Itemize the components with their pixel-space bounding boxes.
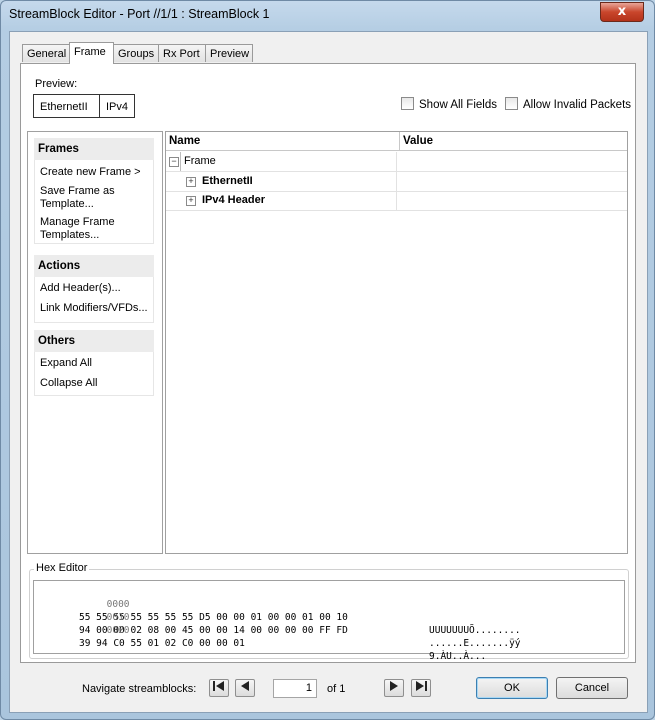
page-count-label: of 1 (327, 683, 346, 695)
collapse-icon[interactable]: − (169, 157, 179, 167)
close-button[interactable]: x (600, 2, 644, 22)
expand-icon[interactable]: + (186, 177, 196, 187)
tab-preview[interactable]: Preview (205, 44, 253, 62)
hex-ascii[interactable]: ......E.......ÿý (429, 637, 521, 650)
tab-rx-port[interactable]: Rx Port (158, 44, 206, 62)
hex-offset: 0020 (106, 625, 130, 636)
allow-invalid-packets-checkbox[interactable]: Allow Invalid Packets (505, 97, 631, 111)
skip-last-icon (416, 681, 427, 691)
save-frame-as-template-link[interactable]: Save Frame as Template... (40, 185, 152, 211)
tree-value-cell[interactable] (396, 152, 627, 171)
hex-editor-title: Hex Editor (34, 562, 90, 574)
checkbox-box[interactable] (505, 97, 518, 110)
tree-row-ipv4-header[interactable]: + IPv4 Header (166, 191, 627, 211)
collapse-all-link[interactable]: Collapse All (40, 377, 152, 390)
navigate-streamblocks-label: Navigate streamblocks: (82, 683, 197, 695)
tree-row-label: Frame (180, 152, 216, 171)
arrow-left-icon (241, 681, 249, 691)
next-streamblock-button[interactable] (384, 679, 404, 697)
previous-streamblock-button[interactable] (235, 679, 255, 697)
name-column-header[interactable]: Name (169, 132, 200, 150)
first-streamblock-button[interactable] (209, 679, 229, 697)
expand-all-link[interactable]: Expand All (40, 357, 152, 370)
frames-section-title: Frames (34, 138, 154, 160)
frame-tab-panel: Preview: EthernetII IPv4 Show All Fields… (20, 63, 636, 663)
tree-header: Name Value (166, 132, 627, 151)
preview-chip-ethernetii[interactable]: EthernetII (33, 94, 100, 118)
ok-button[interactable]: OK (476, 677, 548, 699)
tab-general[interactable]: General (22, 44, 70, 62)
tree-row-ethernetii[interactable]: + EthernetII (166, 172, 627, 192)
show-all-fields-label: Show All Fields (419, 99, 497, 111)
tree-value-cell[interactable] (396, 172, 627, 191)
tree-value-cell[interactable] (396, 191, 627, 210)
streamblock-page-input[interactable]: 1 (273, 679, 317, 698)
tab-frame[interactable]: Frame (69, 42, 114, 64)
others-section-title: Others (34, 330, 154, 352)
skip-first-icon (213, 681, 224, 691)
last-streamblock-button[interactable] (411, 679, 431, 697)
hex-ascii[interactable]: UUUUUUUÕ........ (429, 624, 521, 637)
tree-row-label: IPv4 Header (202, 194, 265, 206)
hex-ascii[interactable]: 9.ÀU..À... (429, 650, 486, 663)
dialog-client-area: General Frame Groups Rx Port Preview Pre… (9, 31, 648, 713)
frame-tree-view[interactable]: Name Value − Frame + EthernetII + IPv4 H… (165, 131, 628, 554)
allow-invalid-packets-label: Allow Invalid Packets (523, 99, 632, 111)
hex-editor-group: Hex Editor 0000 55 55 55 55 55 55 55 D5 … (29, 562, 629, 662)
show-all-fields-checkbox[interactable]: Show All Fields (401, 97, 497, 111)
tab-groups[interactable]: Groups (113, 44, 159, 62)
manage-frame-templates-link[interactable]: Manage Frame Templates... (40, 216, 152, 242)
expand-icon[interactable]: + (186, 196, 196, 206)
actions-section-title: Actions (34, 255, 154, 277)
link-modifiers-vfds-link[interactable]: Link Modifiers/VFDs... (40, 302, 152, 315)
arrow-right-icon (390, 681, 398, 691)
frames-section: Create new Frame > Save Frame as Templat… (34, 160, 154, 244)
preview-chip-ipv4[interactable]: IPv4 (99, 94, 135, 118)
checkbox-box[interactable] (401, 97, 414, 110)
preview-label: Preview: (35, 78, 78, 90)
tree-row-frame[interactable]: − Frame (166, 152, 627, 172)
hex-line: 0020 39 94 C0 55 01 02 C0 00 00 01 9.ÀU.… (38, 611, 486, 676)
tree-row-label: EthernetII (202, 175, 253, 187)
task-sidebar: Frames Create new Frame > Save Frame as … (27, 131, 163, 554)
others-section: Expand All Collapse All (34, 352, 154, 396)
hex-bytes[interactable]: 39 94 C0 55 01 02 C0 00 00 01 (79, 637, 245, 650)
window-title: StreamBlock Editor - Port //1/1 : Stream… (9, 7, 270, 21)
value-column-header[interactable]: Value (399, 132, 433, 150)
cancel-button[interactable]: Cancel (556, 677, 628, 699)
add-headers-link[interactable]: Add Header(s)... (40, 282, 152, 295)
streamblock-editor-window: StreamBlock Editor - Port //1/1 : Stream… (0, 0, 655, 720)
actions-section: Add Header(s)... Link Modifiers/VFDs... (34, 277, 154, 323)
hex-editor[interactable]: 0000 55 55 55 55 55 55 55 D5 00 00 01 00… (33, 580, 625, 662)
create-new-frame-link[interactable]: Create new Frame > (40, 166, 152, 179)
